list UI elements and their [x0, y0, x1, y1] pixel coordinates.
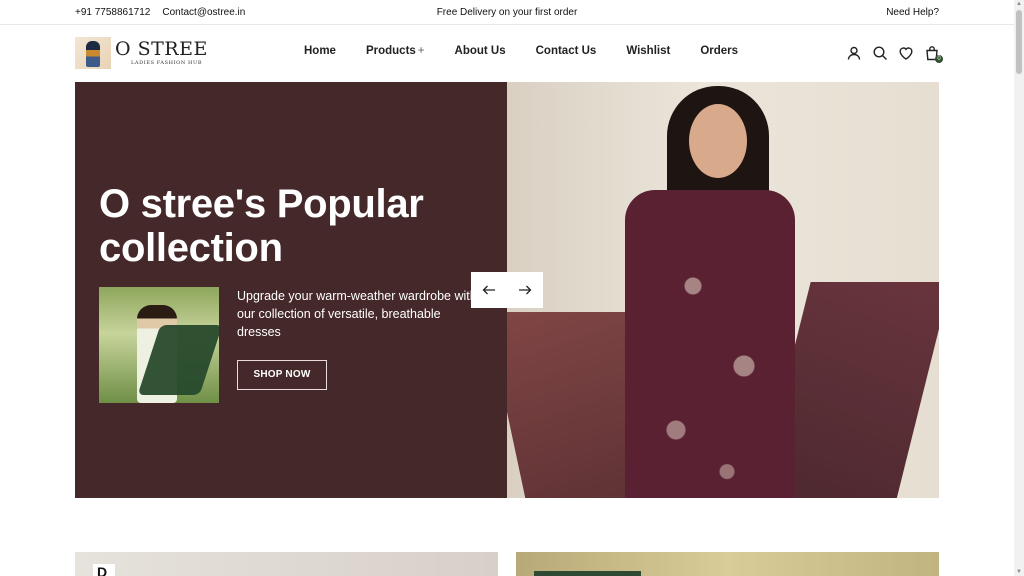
- search-icon[interactable]: [872, 45, 888, 61]
- shop-now-button[interactable]: SHOP NOW: [237, 360, 327, 390]
- site-logo[interactable]: O STREE LADIES FASHION HUB: [75, 37, 208, 69]
- category-card-left[interactable]: D: [75, 552, 498, 576]
- card-label-letter: D: [97, 564, 108, 576]
- scroll-up-arrow-icon[interactable]: ▲: [1016, 1, 1022, 7]
- hero-title: O stree's Popular collection: [99, 182, 424, 270]
- site-header: O STREE LADIES FASHION HUB Home Products…: [0, 25, 1014, 82]
- nav-home[interactable]: Home: [304, 45, 336, 57]
- card-label-bar: [534, 571, 641, 576]
- nav-contact-us[interactable]: Contact Us: [536, 45, 597, 57]
- card-label-box: D: [93, 564, 115, 576]
- top-bar: +91 7758861712 Contact@ostree.in Free De…: [0, 0, 1014, 25]
- scroll-down-arrow-icon[interactable]: ▼: [1016, 569, 1022, 575]
- arrow-right-icon: [519, 285, 532, 295]
- slider-arrows: [471, 272, 543, 308]
- nav-about-us[interactable]: About Us: [455, 45, 506, 57]
- hero-banner: O stree's Popular collection Upgrade you…: [75, 82, 939, 498]
- promo-text: Free Delivery on your first order: [436, 7, 578, 18]
- hero-description: Upgrade your warm-weather wardrobe with …: [237, 289, 477, 339]
- logo-image: [75, 37, 111, 69]
- hero-model-image: [507, 82, 939, 498]
- user-icon[interactable]: [846, 45, 862, 61]
- header-icons: 0: [846, 45, 943, 63]
- logo-tagline: LADIES FASHION HUB: [131, 60, 203, 66]
- bag-icon[interactable]: 0: [924, 45, 943, 63]
- next-slide-button[interactable]: [507, 272, 543, 308]
- nav-products-label: Products: [365, 45, 416, 57]
- logo-brand: O STREE: [115, 38, 208, 60]
- hero-thumbnail-image: [99, 287, 219, 403]
- nav-wishlist[interactable]: Wishlist: [626, 45, 670, 57]
- main-nav: Home Products + About Us Contact Us Wishl…: [304, 45, 768, 57]
- arrow-left-icon: [482, 285, 495, 295]
- nav-orders[interactable]: Orders: [700, 45, 738, 57]
- need-help-link[interactable]: Need Help?: [886, 7, 939, 18]
- heart-icon[interactable]: [898, 45, 914, 61]
- plus-icon: +: [417, 45, 425, 57]
- hero-text-panel: O stree's Popular collection Upgrade you…: [75, 82, 507, 498]
- category-card-right[interactable]: [516, 552, 939, 576]
- page: +91 7758861712 Contact@ostree.in Free De…: [0, 0, 1024, 576]
- page-scrollbar[interactable]: ▲ ▼: [1014, 0, 1024, 576]
- nav-products[interactable]: Products +: [366, 45, 425, 57]
- scroll-thumb[interactable]: [1016, 10, 1022, 74]
- prev-slide-button[interactable]: [471, 272, 507, 308]
- cart-count-badge: 0: [935, 55, 943, 63]
